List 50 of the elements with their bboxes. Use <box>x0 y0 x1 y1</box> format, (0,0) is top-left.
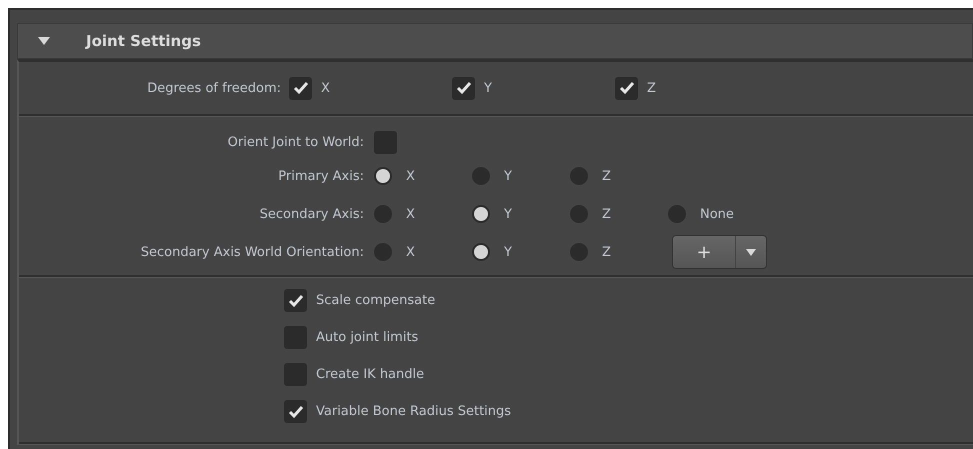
radio-button[interactable] <box>374 243 392 261</box>
radio-button[interactable] <box>374 167 392 185</box>
radio-label: Z <box>602 168 611 184</box>
checkbox-label: Variable Bone Radius Settings <box>316 404 512 419</box>
section-title: Joint Settings <box>86 32 201 50</box>
radio-label: Y <box>504 244 512 260</box>
checkmark-icon <box>456 81 472 95</box>
radio-button[interactable] <box>570 205 588 223</box>
radio-button[interactable] <box>570 167 588 185</box>
dropdown-arrow-icon[interactable] <box>746 248 756 256</box>
checkmark-icon <box>288 294 304 308</box>
checkbox-label: Auto joint limits <box>316 330 418 345</box>
field-label: Secondary Axis: <box>258 206 364 222</box>
radio-label: None <box>700 206 734 222</box>
collapse-triangle-icon[interactable] <box>38 37 50 45</box>
up-direction-button[interactable]: + <box>672 235 767 269</box>
checkbox[interactable] <box>452 76 475 100</box>
radio-button[interactable] <box>570 243 588 261</box>
checkbox-label: Create IK handle <box>316 367 424 382</box>
radio-label: X <box>406 168 415 184</box>
field-label: Primary Axis: <box>277 168 364 184</box>
checkbox-label: Z <box>647 80 656 96</box>
radio-button[interactable] <box>668 205 686 223</box>
checkbox[interactable] <box>289 76 312 100</box>
radio-label: Z <box>602 244 611 260</box>
checkbox-label: X <box>321 80 330 96</box>
checkbox[interactable] <box>284 400 307 423</box>
checkbox[interactable] <box>284 289 307 312</box>
radio-label: X <box>406 244 415 260</box>
field-label: Secondary Axis World Orientation: <box>140 244 364 260</box>
checkbox-label: Scale compensate <box>316 293 436 308</box>
checkbox[interactable] <box>284 363 307 386</box>
field-label: Degrees of freedom: <box>146 80 281 96</box>
radio-button[interactable] <box>374 205 392 223</box>
checkmark-icon <box>618 81 634 95</box>
checkbox[interactable] <box>284 326 307 349</box>
radio-button[interactable] <box>472 205 490 223</box>
checkbox-label: Y <box>484 80 492 96</box>
radio-button[interactable] <box>472 167 490 185</box>
radio-button[interactable] <box>472 243 490 261</box>
radio-label: Y <box>504 168 512 184</box>
radio-label: Z <box>602 206 611 222</box>
radio-label: Y <box>504 206 512 222</box>
checkmark-icon <box>288 404 304 418</box>
field-label: Orient Joint to World: <box>226 134 364 150</box>
checkbox[interactable] <box>374 130 397 154</box>
section-header[interactable]: Joint Settings <box>17 23 973 59</box>
checkbox[interactable] <box>615 76 638 100</box>
radio-label: X <box>406 206 415 222</box>
checkmark-icon <box>292 81 308 95</box>
